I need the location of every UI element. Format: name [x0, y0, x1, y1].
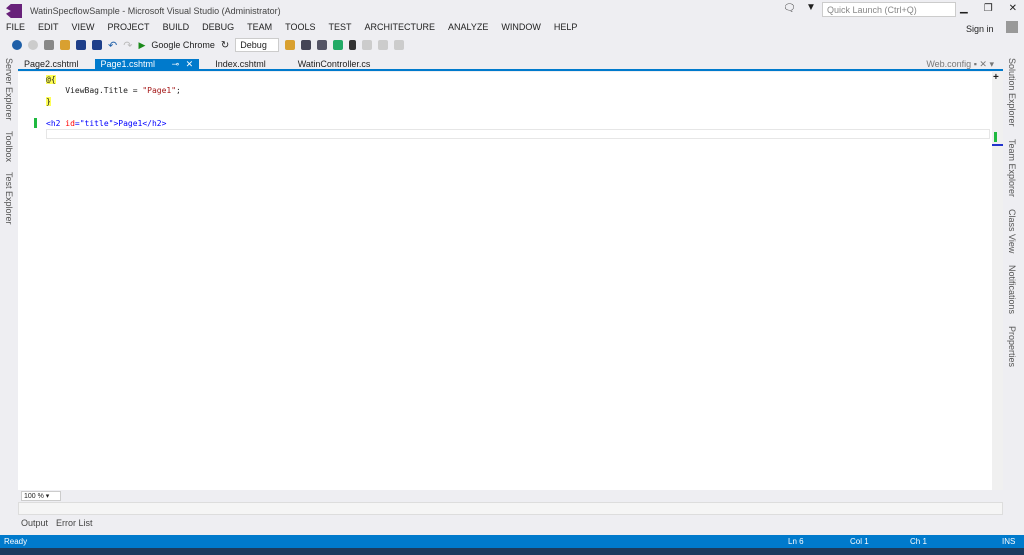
zoom-select[interactable]: 100 % ▾ — [21, 491, 61, 501]
redo-icon[interactable]: ↷ — [123, 39, 132, 52]
code-token: ; — [176, 86, 181, 95]
status-col: Col 1 — [850, 537, 869, 546]
vs-logo — [6, 4, 22, 18]
dropdown-icon[interactable]: ▾ — [989, 59, 994, 69]
menu-test[interactable]: TEST — [328, 22, 351, 32]
toolbox-tab[interactable]: Toolbox — [4, 131, 14, 162]
tab-label: Web.config — [926, 59, 972, 69]
window-title: WatinSpecflowSample - Microsoft Visual S… — [30, 6, 281, 16]
clear-bookmarks-icon[interactable] — [394, 40, 405, 50]
prev-bookmark-icon[interactable] — [362, 40, 373, 50]
output-tab[interactable]: Output — [21, 518, 48, 528]
code-token: @{ — [46, 75, 56, 84]
status-bar: Ready Ln 6 Col 1 Ch 1 INS — [0, 535, 1024, 548]
save-icon[interactable] — [76, 40, 86, 50]
status-text: Ready — [4, 537, 28, 546]
menu-bar: FILE EDIT VIEW PROJECT BUILD DEBUG TEAM … — [6, 22, 577, 32]
outdent-icon[interactable] — [333, 40, 344, 50]
code-token: "Page1" — [142, 86, 177, 95]
close-button[interactable]: ✕ — [1009, 3, 1017, 14]
menu-debug[interactable]: DEBUG — [202, 22, 234, 32]
code-token: <h2 — [46, 119, 66, 128]
close-tab-icon[interactable]: ✕ — [979, 59, 987, 69]
quick-launch-input[interactable]: Quick Launch (Ctrl+Q) — [822, 2, 956, 17]
scroll-caret-marker — [992, 144, 1003, 146]
vertical-scrollbar[interactable] — [992, 72, 1003, 490]
toolbar: ↶ ↷ ▶ Google Chrome ↻ Debug — [12, 38, 405, 52]
taskbar — [0, 548, 1024, 555]
notifications-tab[interactable]: Notifications — [1007, 265, 1017, 314]
menu-project[interactable]: PROJECT — [108, 22, 150, 32]
current-line-highlight — [46, 129, 990, 139]
tab-webconfig[interactable]: Web.config ▪ ✕ ▾ — [926, 59, 994, 70]
indent-icon[interactable] — [317, 40, 328, 50]
sign-in-link[interactable]: Sign in — [966, 24, 994, 34]
tab-index[interactable]: Index.cshtml — [209, 59, 272, 70]
new-project-icon[interactable] — [44, 40, 54, 50]
menu-edit[interactable]: EDIT — [38, 22, 59, 32]
filter-icon[interactable]: ▼ — [806, 2, 816, 13]
code-token: id — [65, 119, 75, 128]
error-list-tab[interactable]: Error List — [56, 518, 93, 528]
tab-watincontroller[interactable]: WatinController.cs — [292, 59, 377, 70]
menu-view[interactable]: VIEW — [72, 22, 95, 32]
change-marker — [34, 118, 37, 128]
undo-icon[interactable]: ↶ — [108, 39, 117, 52]
start-icon[interactable]: ▶ — [138, 40, 145, 51]
menu-tools[interactable]: TOOLS — [285, 22, 315, 32]
refresh-icon[interactable]: ↻ — [221, 40, 229, 51]
close-tab-icon[interactable]: ✕ — [186, 59, 194, 69]
left-panel-tabs: Server Explorer Toolbox Test Explorer — [4, 58, 14, 224]
code-token: } — [46, 97, 51, 106]
menu-help[interactable]: HELP — [554, 22, 578, 32]
find-icon[interactable] — [285, 40, 296, 50]
right-panel-tabs: Solution Explorer Team Explorer Class Vi… — [1007, 58, 1017, 367]
zoom-value: 100 % — [24, 493, 44, 500]
menu-team[interactable]: TEAM — [247, 22, 272, 32]
code-token: >Page1</h2> — [113, 119, 167, 128]
feedback-icon[interactable]: 🗨 — [783, 3, 796, 14]
server-explorer-tab[interactable]: Server Explorer — [4, 58, 14, 121]
bottom-tabs: Output Error List — [21, 518, 93, 528]
properties-tab[interactable]: Properties — [1007, 326, 1017, 367]
tab-page1[interactable]: Page1.cshtml ⊸ ✕ — [94, 59, 200, 70]
tab-page2[interactable]: Page2.cshtml — [18, 59, 85, 70]
team-explorer-tab[interactable]: Team Explorer — [1007, 139, 1017, 197]
menu-build[interactable]: BUILD — [163, 22, 190, 32]
next-bookmark-icon[interactable] — [378, 40, 389, 50]
pin-icon[interactable]: ⊸ — [172, 59, 180, 69]
open-file-icon[interactable] — [60, 40, 70, 50]
menu-file[interactable]: FILE — [6, 22, 25, 32]
status-ch: Ch 1 — [910, 537, 927, 546]
forward-icon[interactable] — [28, 40, 38, 50]
window-controls: ▁ ❐ ✕ — [960, 3, 1017, 14]
status-mode: INS — [1002, 537, 1016, 546]
scroll-change-marker — [994, 132, 997, 142]
split-icon[interactable]: + — [993, 72, 999, 83]
save-all-icon[interactable] — [92, 40, 102, 50]
avatar[interactable] — [1006, 21, 1018, 33]
code-token: ViewBag.Title = — [46, 86, 143, 95]
pin-icon[interactable]: ▪ — [974, 59, 977, 69]
solution-explorer-tab[interactable]: Solution Explorer — [1007, 58, 1017, 127]
bookmark-icon[interactable] — [349, 40, 357, 50]
menu-architecture[interactable]: ARCHITECTURE — [364, 22, 435, 32]
config-select[interactable]: Debug — [235, 38, 280, 52]
tab-label: Page1.cshtml — [100, 59, 156, 69]
restore-button[interactable]: ❐ — [984, 3, 993, 14]
test-explorer-tab[interactable]: Test Explorer — [4, 172, 14, 225]
code-token: "title" — [79, 119, 114, 128]
class-view-tab[interactable]: Class View — [1007, 209, 1017, 253]
menu-window[interactable]: WINDOW — [501, 22, 541, 32]
menu-analyze[interactable]: ANALYZE — [448, 22, 488, 32]
minimize-button[interactable]: ▁ — [960, 3, 968, 14]
code-content[interactable]: @{ ViewBag.Title = "Page1"; } <h2 id="ti… — [46, 74, 181, 129]
solution-config-icon[interactable] — [301, 40, 312, 50]
document-tabs: Page2.cshtml Page1.cshtml ⊸ ✕ Index.csht… — [18, 59, 1003, 71]
back-icon[interactable] — [12, 40, 22, 50]
run-target-button[interactable]: Google Chrome — [151, 40, 215, 50]
bottom-panel — [18, 502, 1003, 515]
status-line: Ln 6 — [788, 537, 804, 546]
